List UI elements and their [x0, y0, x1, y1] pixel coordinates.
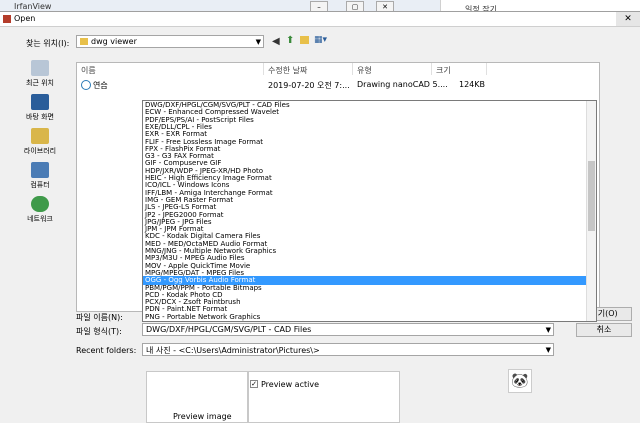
column-header-name[interactable]: 이름 — [77, 63, 264, 75]
file-size: 124KB — [459, 80, 486, 89]
file-modified: 2019-07-20 오전 7:... — [268, 81, 350, 90]
preview-options-panel — [248, 371, 400, 423]
place-label: 네트워크 — [27, 215, 53, 223]
preview-active-label: Preview active — [261, 380, 319, 389]
file-type-combo[interactable]: DWG/DXF/HPGL/CGM/SVG/PLT - CAD Files ▼ — [142, 323, 554, 336]
network-icon — [31, 196, 49, 212]
file-type: Drawing nanoCAD 5.... — [357, 80, 448, 89]
new-folder-icon[interactable] — [300, 36, 309, 44]
recent-folders-label: Recent folders: — [76, 346, 137, 355]
recent-folders-combo[interactable]: 내 사진 - <C:\Users\Administrator\Pictures\… — [142, 343, 554, 356]
place-label: 최근 위치 — [26, 79, 54, 87]
file-type-dropdown-list[interactable]: DWG/DXF/HPGL/CGM/SVG/PLT - CAD Files ECW … — [142, 100, 597, 322]
place-network[interactable]: 네트워크 — [16, 196, 64, 224]
recent-places-icon — [31, 60, 49, 76]
up-folder-icon[interactable]: ⬆ — [286, 35, 294, 46]
look-in-label: 찾는 위치(I): — [26, 39, 70, 48]
dialog-close-icon[interactable]: ✕ — [616, 12, 640, 26]
panda-logo-icon: 🐼 — [508, 369, 532, 393]
dropdown-scroll-thumb[interactable] — [588, 161, 595, 231]
desktop-icon — [31, 94, 49, 110]
column-label: 유형 — [357, 66, 372, 75]
file-type-option[interactable]: PNG - Portable Network Graphics — [143, 313, 590, 321]
place-label: 컴퓨터 — [30, 181, 50, 189]
column-header-type[interactable]: 유형 — [353, 63, 432, 75]
column-label: 수정한 날짜 — [268, 66, 308, 75]
dialog-titlebar: Open ✕ — [0, 12, 640, 27]
place-label: 바탕 화면 — [26, 113, 54, 121]
file-name: 연습 — [93, 81, 108, 90]
place-label: 라이브러리 — [23, 147, 57, 155]
place-desktop[interactable]: 바탕 화면 — [16, 94, 64, 122]
place-recent[interactable]: 최근 위치 — [16, 60, 64, 88]
folder-icon — [80, 38, 88, 45]
look-in-combo[interactable]: dwg viewer ▼ — [76, 35, 264, 48]
file-icon — [81, 80, 91, 90]
background-window-title: IrfanView — [14, 2, 52, 11]
dialog-title: Open — [14, 14, 36, 23]
preview-image-label: Preview image — [173, 412, 232, 421]
look-in-value: dwg viewer — [91, 37, 137, 46]
column-header-modified[interactable]: 수정한 날짜 — [264, 63, 353, 75]
column-label: 이름 — [81, 66, 96, 75]
recent-folders-value: 내 사진 - <C:\Users\Administrator\Pictures\… — [146, 346, 320, 355]
back-icon[interactable]: ◀ — [272, 36, 280, 47]
preview-active-checkbox[interactable]: ✓ — [250, 380, 258, 388]
file-row[interactable]: 연습 2019-07-20 오전 7:... Drawing nanoCAD 5… — [77, 79, 597, 91]
cancel-button[interactable]: 취소 — [576, 323, 632, 337]
column-label: 크기 — [436, 66, 451, 75]
chevron-down-icon: ▼ — [545, 326, 551, 334]
dropdown-scrollbar[interactable] — [586, 101, 596, 321]
libraries-icon — [31, 128, 49, 144]
chevron-down-icon: ▼ — [255, 38, 261, 46]
place-computer[interactable]: 컴퓨터 — [16, 162, 64, 190]
app-icon — [3, 15, 11, 23]
file-type-label: 파일 형식(T): — [76, 327, 122, 336]
file-name-label: 파일 이름(N): — [76, 313, 123, 322]
place-libraries[interactable]: 라이브러리 — [16, 128, 64, 156]
computer-icon — [31, 162, 49, 178]
chevron-down-icon: ▼ — [545, 346, 551, 354]
view-menu-icon[interactable]: ▦▾ — [314, 35, 327, 45]
file-type-value: DWG/DXF/HPGL/CGM/SVG/PLT - CAD Files — [146, 325, 312, 334]
column-header-size[interactable]: 크기 — [432, 63, 487, 75]
preview-box: Preview image — [146, 371, 248, 423]
